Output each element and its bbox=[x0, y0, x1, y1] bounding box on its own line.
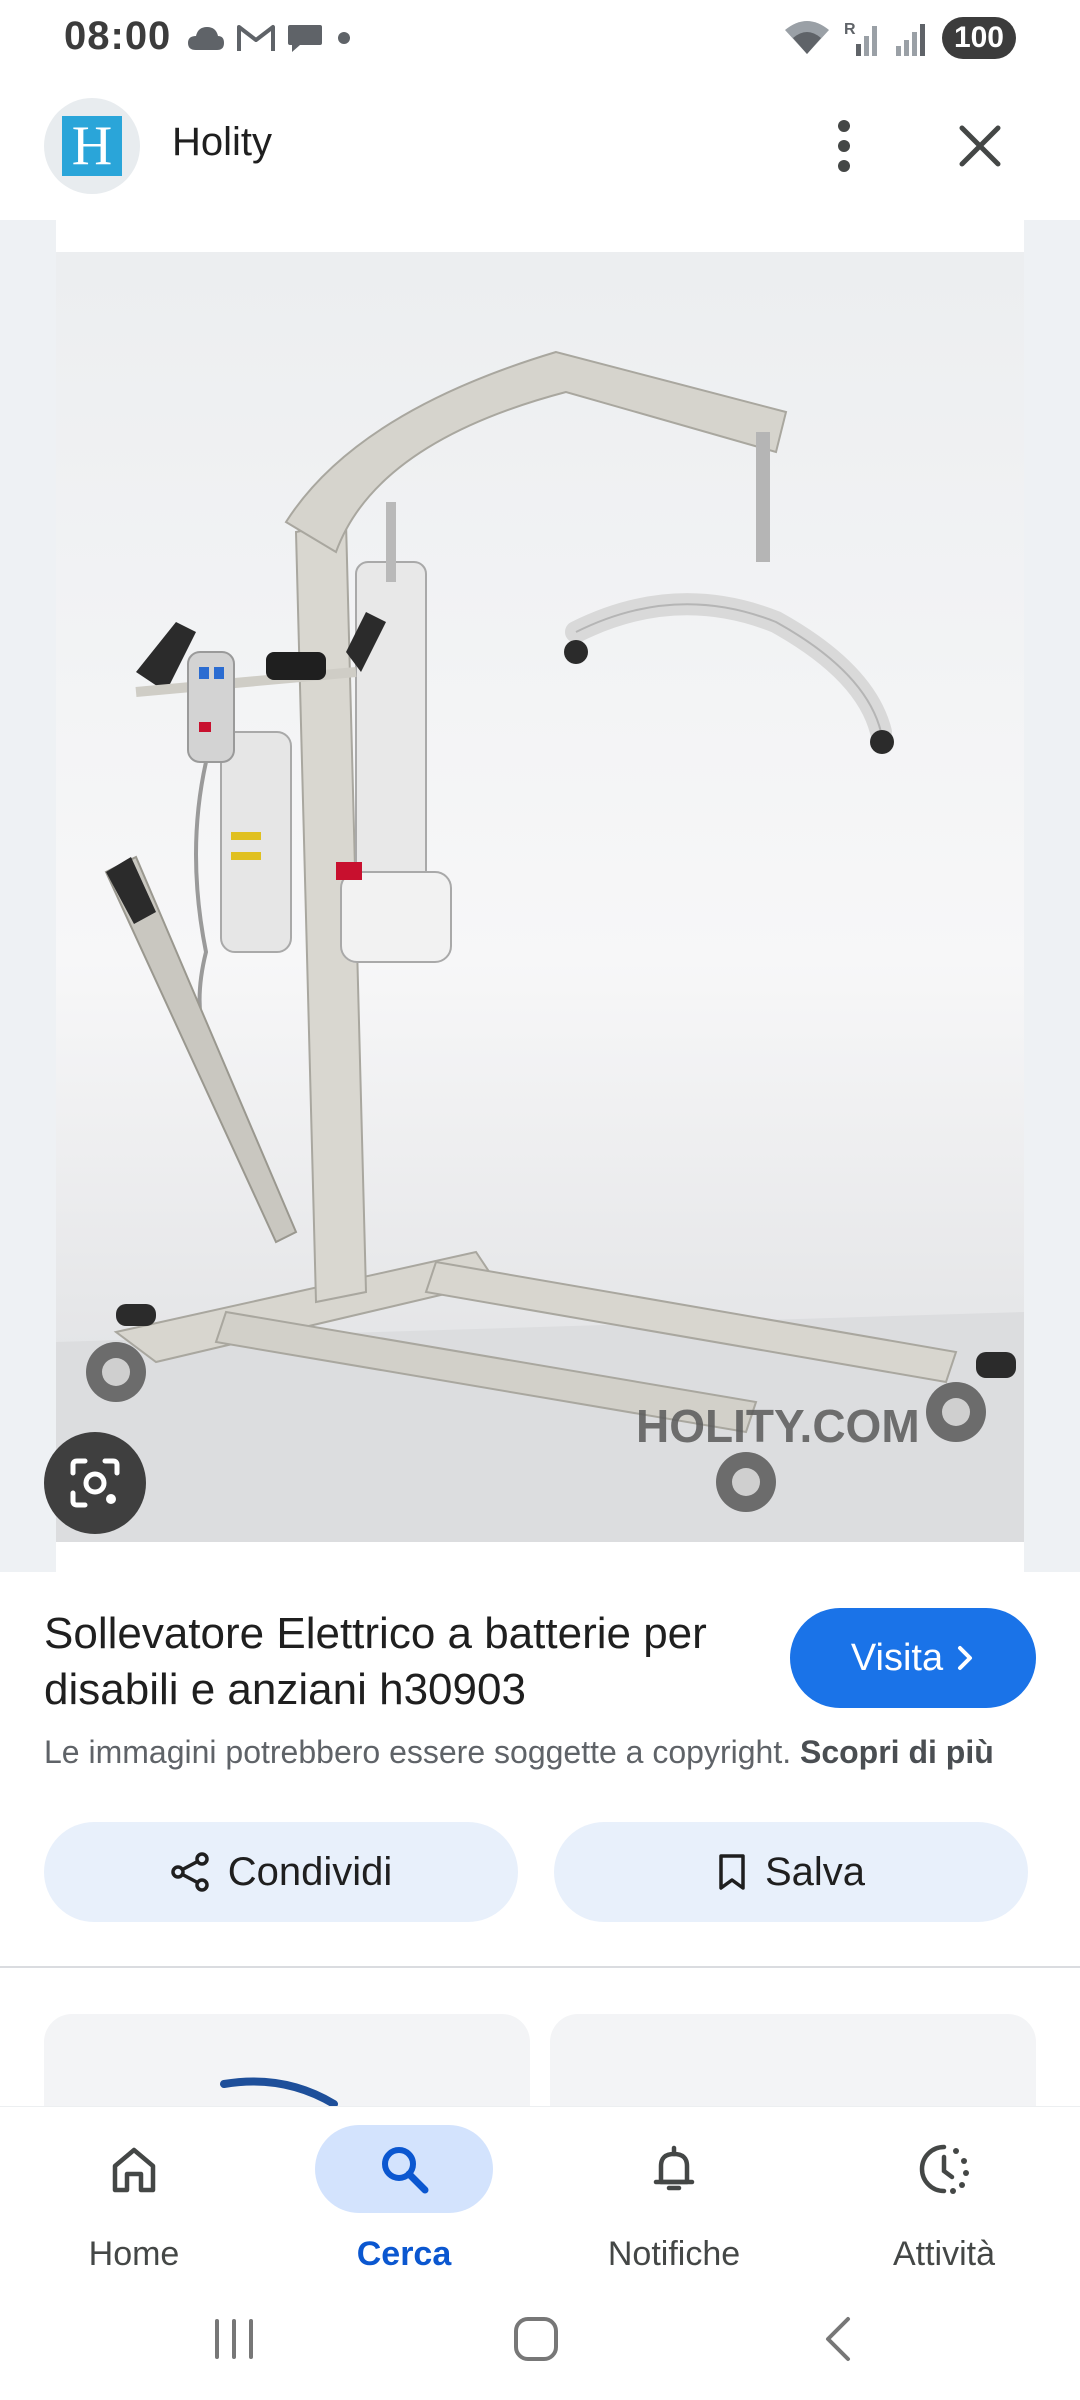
more-options-button[interactable] bbox=[812, 106, 876, 186]
gmail-icon bbox=[237, 25, 275, 51]
back-chevron-icon bbox=[826, 2317, 850, 2361]
recents-button[interactable] bbox=[184, 2304, 284, 2374]
lens-search-button[interactable] bbox=[44, 1432, 146, 1534]
chevron-right-icon bbox=[958, 1646, 973, 1670]
image-edge-right bbox=[1024, 220, 1080, 1572]
bottom-navigation: Home Cerca Notifiche Attività bbox=[0, 2106, 1080, 2286]
nav-icon-container bbox=[855, 2125, 1033, 2213]
search-icon bbox=[382, 2147, 429, 2194]
back-button[interactable] bbox=[788, 2304, 888, 2374]
system-navigation-bar bbox=[0, 2286, 1080, 2400]
lens-icon bbox=[70, 1458, 120, 1508]
copyright-notice: Le immagini potrebbero essere soggette a… bbox=[44, 1734, 994, 1771]
save-button[interactable]: Salva bbox=[554, 1822, 1028, 1922]
nav-search-label: Cerca bbox=[356, 2235, 452, 2273]
chat-icon bbox=[288, 25, 322, 52]
learn-more-link[interactable]: Scopri di più bbox=[800, 1734, 994, 1770]
nav-activity-label: Attività bbox=[892, 2235, 996, 2273]
home-square-icon bbox=[514, 2317, 558, 2361]
result-title[interactable]: Sollevatore Elettrico a batterie per dis… bbox=[44, 1606, 724, 1718]
more-vert-icon bbox=[838, 120, 850, 172]
divider bbox=[0, 1966, 1080, 1968]
signal-r-icon: R bbox=[844, 21, 877, 56]
nav-home-label: Home bbox=[88, 2235, 180, 2273]
activity-icon bbox=[919, 2144, 969, 2194]
site-logo[interactable]: H bbox=[44, 98, 140, 194]
recents-icon bbox=[215, 2319, 253, 2359]
status-time: 08:00 bbox=[64, 14, 172, 58]
visit-button[interactable]: Visita bbox=[790, 1608, 1036, 1708]
wifi-icon bbox=[784, 21, 829, 54]
nav-icon-container bbox=[585, 2125, 763, 2213]
home-system-button[interactable] bbox=[486, 2304, 586, 2374]
copyright-text: Le immagini potrebbero essere soggette a… bbox=[44, 1734, 792, 1770]
image-edge-left bbox=[0, 220, 56, 1572]
image-watermark: HOLITY.COM bbox=[636, 1400, 920, 1452]
save-label: Salva bbox=[764, 1849, 866, 1894]
nav-home[interactable]: Home bbox=[24, 2121, 244, 2281]
close-button[interactable] bbox=[946, 106, 1014, 186]
site-logo-letter: H bbox=[62, 116, 122, 176]
share-icon bbox=[170, 1852, 209, 1892]
visit-label: Visita bbox=[850, 1636, 944, 1679]
status-bar: 08:00 R 100 bbox=[0, 0, 1080, 80]
nav-activity[interactable]: Attività bbox=[834, 2121, 1054, 2281]
product-image[interactable]: HOLITY.COM bbox=[56, 252, 1024, 1542]
battery-indicator: 100 bbox=[941, 17, 1016, 59]
home-icon bbox=[112, 2147, 156, 2193]
nav-search[interactable]: Cerca bbox=[294, 2121, 514, 2281]
share-button[interactable]: Condividi bbox=[44, 1822, 518, 1922]
notification-icons bbox=[186, 18, 354, 58]
svg-text:R: R bbox=[844, 21, 856, 38]
status-right: R 100 bbox=[782, 16, 1016, 60]
share-label: Condividi bbox=[227, 1849, 393, 1894]
nav-notifications[interactable]: Notifiche bbox=[564, 2121, 784, 2281]
nav-notifications-label: Notifiche bbox=[607, 2235, 741, 2273]
bell-icon bbox=[653, 2145, 695, 2191]
signal-icon bbox=[895, 24, 925, 56]
nav-icon-container bbox=[315, 2125, 493, 2213]
close-icon bbox=[959, 125, 1001, 167]
bookmark-icon bbox=[719, 1854, 745, 1890]
cloud-icon bbox=[188, 27, 224, 50]
site-name[interactable]: Holity bbox=[172, 120, 272, 165]
image-viewer[interactable]: HOLITY.COM bbox=[0, 220, 1080, 1572]
dot-icon bbox=[338, 32, 350, 44]
nav-icon-container bbox=[45, 2125, 223, 2213]
header: H Holity bbox=[0, 84, 1080, 208]
